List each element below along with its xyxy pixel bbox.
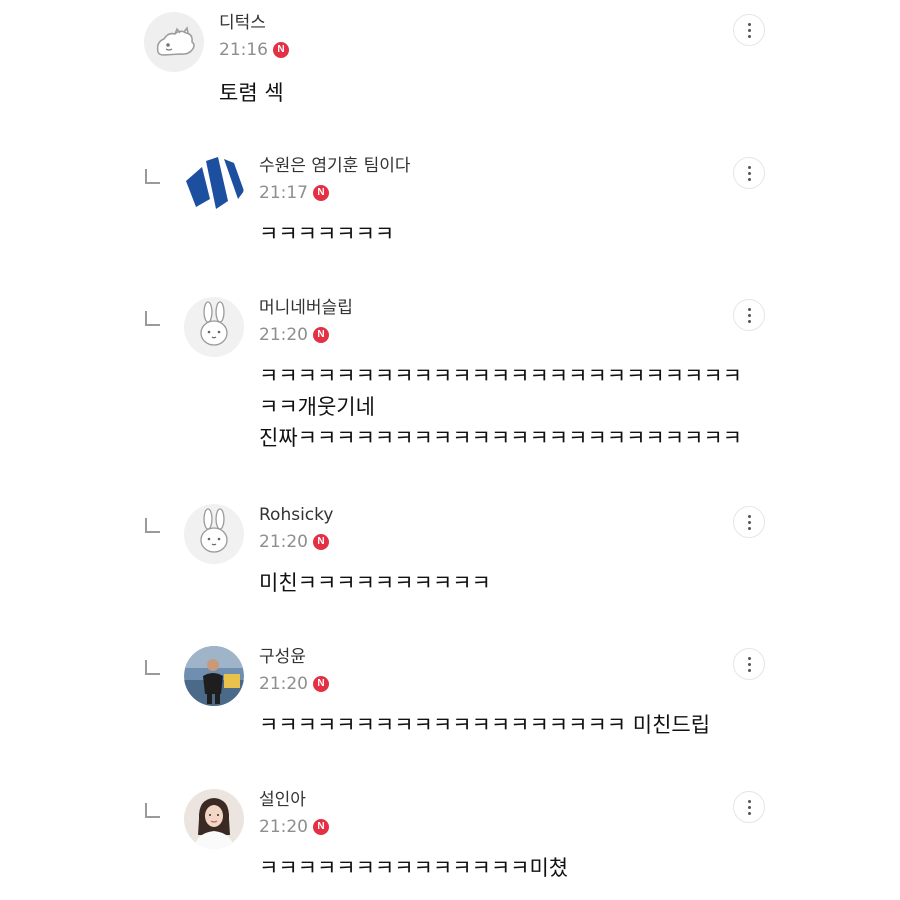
dot-icon [747,319,751,323]
new-badge: N [313,676,329,692]
comment-author[interactable]: 구성윤 [259,646,329,668]
comment-meta: 구성윤 21:20 N [259,646,329,695]
comment-body: 토렴 섹 [219,78,284,109]
dot-icon [747,22,751,26]
comment-text-line: 토렴 섹 [219,81,284,105]
more-options-button[interactable] [733,157,765,189]
comment-text-line: 진짜ㅋㅋㅋㅋㅋㅋㅋㅋㅋㅋㅋㅋㅋㅋㅋㅋㅋㅋㅋㅋㅋㅋㅋ [259,426,742,450]
dot-icon [747,811,751,815]
comment-body: ㅋㅋㅋㅋㅋㅋㅋㅋㅋㅋㅋㅋㅋㅋ미쳤 [259,853,568,884]
reply-indent-icon [145,660,160,675]
new-badge: N [273,42,289,58]
comment-timestamp: 21:17 [259,183,308,203]
comment-meta: 머니네버슬립 21:20 N [259,297,353,346]
dot-icon [747,805,751,809]
comment-body: ㅋㅋㅋㅋㅋㅋㅋㅋㅋㅋㅋㅋㅋㅋㅋㅋㅋㅋㅋ 미친드립 [259,710,710,741]
reply-indent-icon [145,518,160,533]
bunny-avatar-icon[interactable] [184,504,244,564]
comment-timestamp: 21:20 [259,532,308,552]
comment-timestamp: 21:20 [259,325,308,345]
new-badge: N [313,819,329,835]
comment-author[interactable]: Rohsicky [259,504,333,526]
comment-meta: 수원은 염기훈 팀이다 21:17 N [259,155,411,204]
comment-author[interactable]: 머니네버슬립 [259,297,353,319]
comment-author[interactable]: 설인아 [259,789,329,811]
more-options-button[interactable] [733,299,765,331]
comment-text-line: ㅋㅋㅋㅋㅋㅋㅋㅋㅋㅋㅋㅋㅋㅋ미쳤 [259,856,569,880]
comment-timestamp: 21:16 [219,40,268,60]
dot-icon [747,34,751,38]
dot-icon [747,799,751,803]
reply-indent-icon [145,169,160,184]
comment-author[interactable]: 수원은 염기훈 팀이다 [259,155,411,177]
comment-timestamp: 21:20 [259,674,308,694]
comment-body: 미친ㅋㅋㅋㅋㅋㅋㅋㅋㅋㅋ [259,568,491,599]
comment-text-line: ㅋㅋㅋㅋㅋㅋㅋㅋㅋㅋㅋㅋㅋㅋㅋㅋㅋㅋㅋㅋㅋㅋㅋㅋㅋ [259,364,742,388]
comment-author[interactable]: 디턱스 [219,12,289,34]
blue-stripes-avatar-icon[interactable] [184,155,244,215]
bunny-avatar-icon[interactable] [184,297,244,357]
comment-meta: 설인아 21:20 N [259,789,329,838]
more-options-button[interactable] [733,14,765,46]
more-options-button[interactable] [733,506,765,538]
comment-body: ㅋㅋㅋㅋㅋㅋㅋ [259,219,394,250]
dinosaur-avatar-icon[interactable] [144,12,204,72]
dot-icon [747,165,751,169]
comment-text-line: 미친ㅋㅋㅋㅋㅋㅋㅋㅋㅋㅋ [259,571,491,595]
new-badge: N [313,327,329,343]
dot-icon [747,313,751,317]
dot-icon [747,171,751,175]
comment-meta: 디턱스 21:16 N [219,12,289,61]
dot-icon [747,656,751,660]
dot-icon [747,526,751,530]
woman-photo-avatar-icon[interactable] [184,789,244,849]
comment-body: ㅋㅋㅋㅋㅋㅋㅋㅋㅋㅋㅋㅋㅋㅋㅋㅋㅋㅋㅋㅋㅋㅋㅋㅋㅋ ㅋㅋ개웃기네 진짜ㅋㅋㅋㅋㅋ… [259,361,742,454]
comment-text-line: ㅋㅋㅋㅋㅋㅋㅋ [259,222,395,246]
dot-icon [747,177,751,181]
comment-timestamp: 21:20 [259,817,308,837]
reply-indent-icon [145,311,160,326]
new-badge: N [313,534,329,550]
comment-meta: Rohsicky 21:20 N [259,504,333,553]
dot-icon [747,662,751,666]
comment-text-line: ㅋㅋ개웃기네 [259,395,375,419]
dot-icon [747,668,751,672]
dot-icon [747,307,751,311]
dot-icon [747,514,751,518]
goalkeeper-photo-avatar-icon[interactable] [184,646,244,706]
new-badge: N [313,185,329,201]
dot-icon [747,28,751,32]
reply-indent-icon [145,803,160,818]
more-options-button[interactable] [733,791,765,823]
more-options-button[interactable] [733,648,765,680]
dot-icon [747,520,751,524]
comment-text-line: ㅋㅋㅋㅋㅋㅋㅋㅋㅋㅋㅋㅋㅋㅋㅋㅋㅋㅋㅋ 미친드립 [259,713,711,737]
